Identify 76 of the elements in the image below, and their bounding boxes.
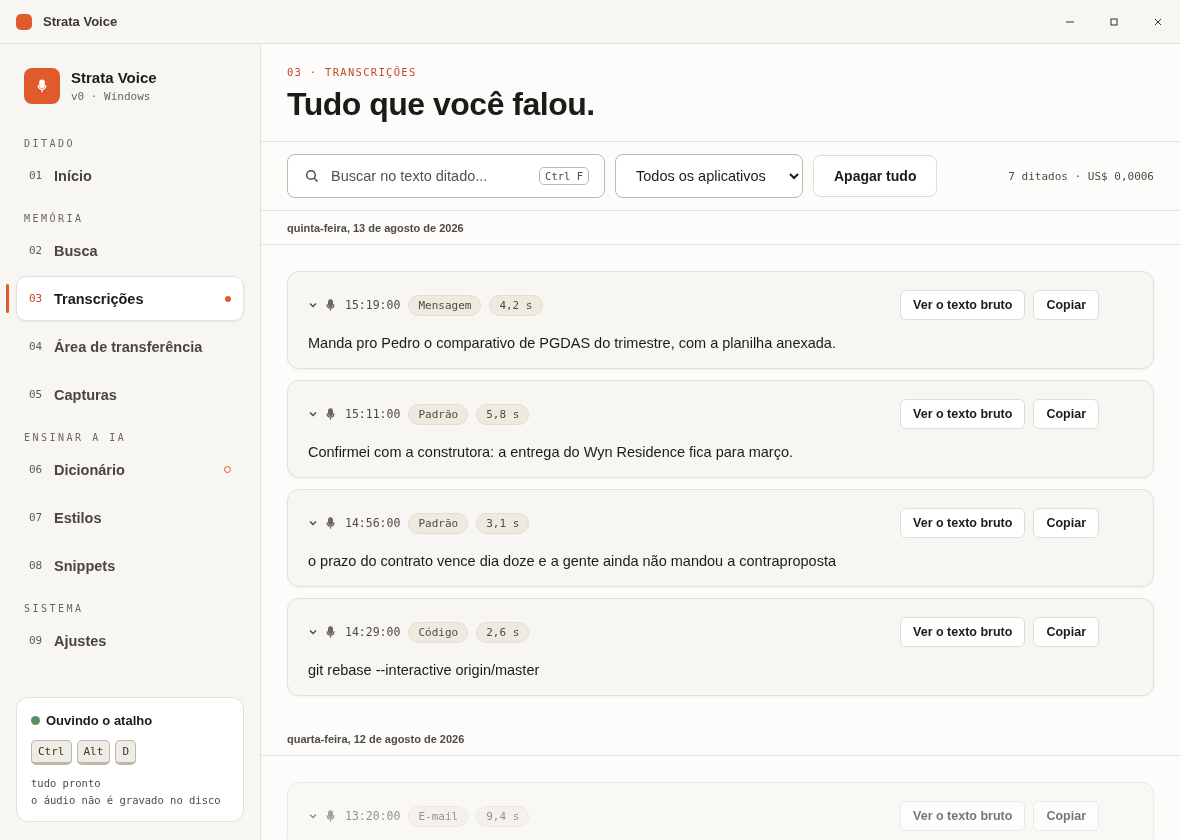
status-text: o áudio não é gravado no disco [31, 793, 222, 808]
section-label: SISTEMA [23, 603, 85, 614]
close-icon[interactable] [1153, 16, 1163, 27]
style-tag: Código [408, 621, 469, 643]
section-label: DITADO [23, 138, 77, 149]
chevron-down-icon[interactable] [308, 627, 318, 637]
raw-text-button[interactable]: Ver o texto bruto [900, 801, 1026, 831]
status-title: Ouvindo o atalho [46, 713, 153, 728]
date-heading: quarta-feira, 12 de agosto de 2026 [261, 722, 1180, 756]
unread-dot [225, 295, 231, 302]
copy-button[interactable]: Copiar [1033, 801, 1099, 831]
maximize-icon[interactable] [1109, 16, 1119, 27]
page-title: Tudo que você falou. [287, 86, 596, 123]
style-tag: Mensagem [408, 294, 482, 316]
chevron-down-icon[interactable] [308, 300, 318, 310]
sidebar-item[interactable]: 07 Estilos [16, 495, 244, 540]
search-field[interactable]: Buscar no texto ditado... [329, 167, 530, 185]
copy-button[interactable]: Copiar [1033, 290, 1099, 320]
mic-icon [326, 299, 335, 311]
mic-icon [326, 626, 335, 638]
mic-icon [326, 408, 335, 420]
raw-text-button[interactable]: Ver o texto bruto [900, 399, 1026, 429]
duration-tag: 3,1 s [476, 512, 530, 534]
date-heading: quinta-feira, 13 de agosto de 2026 [261, 211, 1180, 245]
transcript-text: Confirmei com a construtora: a entrega do Wyn Residence fica para março. [308, 444, 795, 460]
duration-tag: 5,8 s [476, 403, 530, 425]
key-cap: Ctrl [31, 740, 72, 765]
search-icon [305, 169, 319, 183]
window-title: Strata Voice [43, 14, 119, 29]
sidebar-item[interactable]: 01 Início [16, 153, 244, 198]
sidebar-item[interactable]: 09 Ajustes [16, 618, 244, 663]
copy-button[interactable]: Copiar [1033, 399, 1099, 429]
app-filter-dropdown[interactable]: Todos os aplicativos [615, 154, 803, 198]
chevron-down-icon[interactable] [308, 811, 318, 821]
app-name: Strata Voice [71, 69, 157, 86]
shortcut-hint: Ctrl F [539, 167, 589, 185]
duration-tag: 9,4 s [476, 805, 530, 827]
style-tag: Padrão [408, 512, 469, 534]
duration-tag: 2,6 s [476, 621, 530, 643]
app-version: v0 · Windows [71, 90, 152, 103]
copy-button[interactable]: Copiar [1033, 508, 1099, 538]
sidebar-item[interactable]: 06 Dicionário [16, 447, 244, 492]
sidebar-item[interactable]: 05 Capturas [16, 372, 244, 417]
key-cap: Alt [76, 740, 111, 765]
sidebar-item[interactable]: 08 Snippets [16, 543, 244, 588]
mic-icon [37, 79, 47, 93]
raw-text-button[interactable]: Ver o texto bruto [900, 508, 1026, 538]
mic-icon [326, 810, 335, 822]
transcript-text: Manda pro Pedro o comparativo de PGDAS do trimestre, com a planilha anexada. [308, 335, 837, 351]
timestamp: 14:29:00 [345, 625, 401, 639]
timestamp: 13:20:00 [345, 809, 401, 823]
style-tag: Padrão [408, 403, 469, 425]
app-logo-icon [16, 13, 32, 30]
raw-text-button[interactable]: Ver o texto bruto [900, 617, 1026, 647]
raw-text-button[interactable]: Ver o texto bruto [900, 290, 1026, 320]
duration-tag: 4,2 s [489, 294, 543, 316]
transcript-text: o prazo do contrato vence dia doze e a gente ainda não mandou a contraproposta [308, 553, 838, 569]
sidebar-item[interactable]: 04 Área de transferência [16, 324, 244, 369]
chevron-down-icon[interactable] [308, 518, 318, 528]
search-bar[interactable]: Buscar no texto ditado... Ctrl F [287, 154, 605, 198]
transcript-text: git rebase --interactive origin/master [308, 662, 541, 678]
sidebar-item[interactable]: 02 Busca [16, 228, 244, 273]
key-cap: D [115, 740, 136, 765]
style-tag: E-mail [408, 805, 469, 827]
copy-button[interactable]: Copiar [1033, 617, 1099, 647]
section-label: ENSINAR A IA [23, 432, 128, 443]
clear-all-button[interactable]: Apagar tudo [813, 155, 938, 197]
summary-text: 7 ditados · US$ 0,0006 [1008, 169, 1154, 183]
timestamp: 14:56:00 [345, 516, 401, 530]
timestamp: 15:19:00 [345, 298, 401, 312]
timestamp: 15:11:00 [345, 407, 401, 421]
section-label: MEMÓRIA [23, 213, 85, 224]
mic-icon [326, 517, 335, 529]
page-eyebrow: 03 · TRANSCRIÇÕES [287, 66, 418, 78]
status-text: tudo pronto [31, 776, 102, 791]
chevron-down-icon[interactable] [308, 409, 318, 419]
